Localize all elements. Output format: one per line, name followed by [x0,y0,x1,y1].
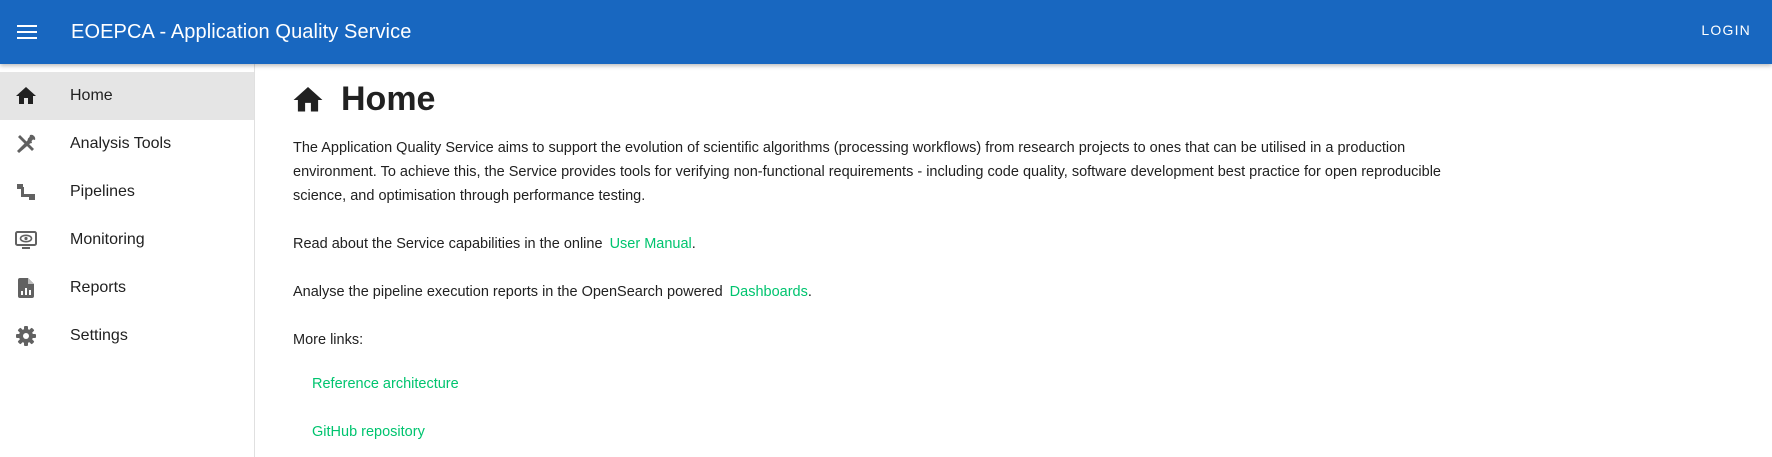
report-file-icon [14,276,38,300]
login-button[interactable]: LOGIN [1701,22,1751,38]
home-icon [293,81,323,118]
sidebar-item-label: Settings [70,327,128,344]
dashboards-paragraph: Analyse the pipeline execution reports i… [293,280,1463,304]
page-title: Home [341,80,436,118]
gear-icon [14,324,38,348]
tools-icon [14,132,38,156]
dashboards-link[interactable]: Dashboards [730,284,808,300]
page-title-row: Home [293,80,435,119]
sidebar: Home Analysis Tools Pipelines Monitoring… [0,64,255,457]
hamburger-menu-icon[interactable] [13,18,41,46]
sidebar-item-label: Pipelines [70,183,135,200]
sidebar-item-label: Monitoring [70,231,145,248]
sidebar-item-label: Home [70,87,113,104]
more-links-label: More links: [293,332,364,348]
manual-text: Read about the Service capabilities in t… [293,236,603,252]
app-bar: EOEPCA - Application Quality Service LOG… [0,0,1772,64]
sidebar-item-home[interactable]: Home [0,72,254,120]
dashboards-text: Analyse the pipeline execution reports i… [293,284,723,300]
home-icon [14,84,38,108]
dashboards-period: . [807,284,812,300]
sidebar-item-pipelines[interactable]: Pipelines [0,168,254,216]
manual-period: . [691,236,696,252]
user-manual-link[interactable]: User Manual [610,236,692,252]
manual-paragraph: Read about the Service capabilities in t… [293,232,1463,256]
sidebar-item-analysis-tools[interactable]: Analysis Tools [0,120,254,168]
monitor-eye-icon [14,228,38,252]
intro-paragraph: The Application Quality Service aims to … [293,140,1441,204]
app-title: EOEPCA - Application Quality Service [71,20,412,43]
pipeline-icon [14,180,38,204]
sidebar-item-reports[interactable]: Reports [0,264,254,312]
github-repository-link[interactable]: GitHub repository [312,420,425,444]
sidebar-item-label: Reports [70,279,127,296]
sidebar-item-settings[interactable]: Settings [0,312,254,360]
reference-architecture-link[interactable]: Reference architecture [312,372,459,396]
sidebar-item-label: Analysis Tools [70,135,172,152]
main-content: Home The Application Quality Service aim… [256,64,1772,457]
sidebar-item-monitoring[interactable]: Monitoring [0,216,254,264]
